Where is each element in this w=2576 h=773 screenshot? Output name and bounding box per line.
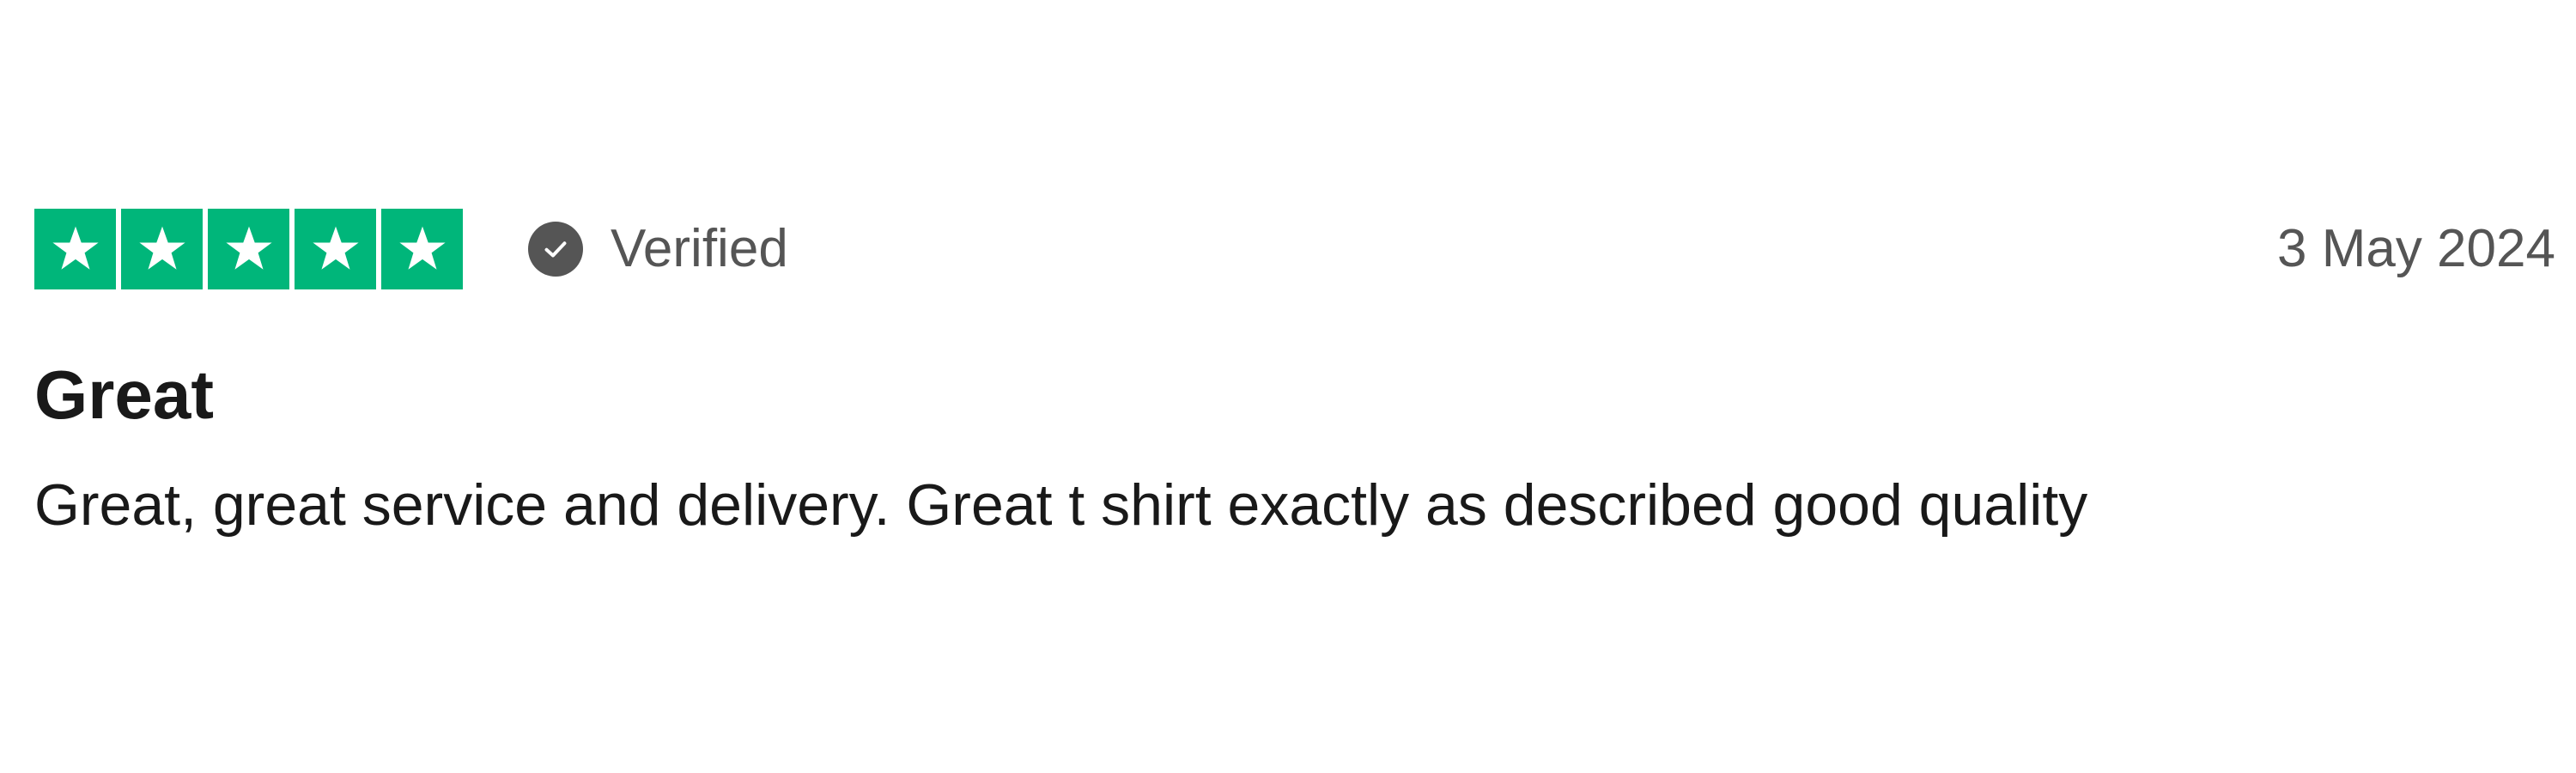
star-box xyxy=(381,209,463,289)
star-box xyxy=(208,209,289,289)
review-body: Great, great service and delivery. Great… xyxy=(34,472,2088,538)
star-icon xyxy=(312,226,359,270)
verified-label: Verified xyxy=(611,219,788,278)
star-rating xyxy=(34,209,463,289)
review-card: Verified 3 May 2024 Great Great, great s… xyxy=(34,208,2555,541)
check-circle-icon xyxy=(528,222,583,277)
review-header: Verified 3 May 2024 xyxy=(34,208,2555,290)
verified-badge: Verified xyxy=(528,222,788,277)
star-box xyxy=(34,209,116,289)
star-icon xyxy=(52,226,99,270)
star-box xyxy=(121,209,203,289)
star-icon xyxy=(398,226,446,270)
star-box xyxy=(295,209,376,289)
star-icon xyxy=(138,226,185,270)
star-icon xyxy=(225,226,272,270)
review-title: Great xyxy=(34,356,214,433)
review-date: 3 May 2024 xyxy=(2277,219,2555,278)
